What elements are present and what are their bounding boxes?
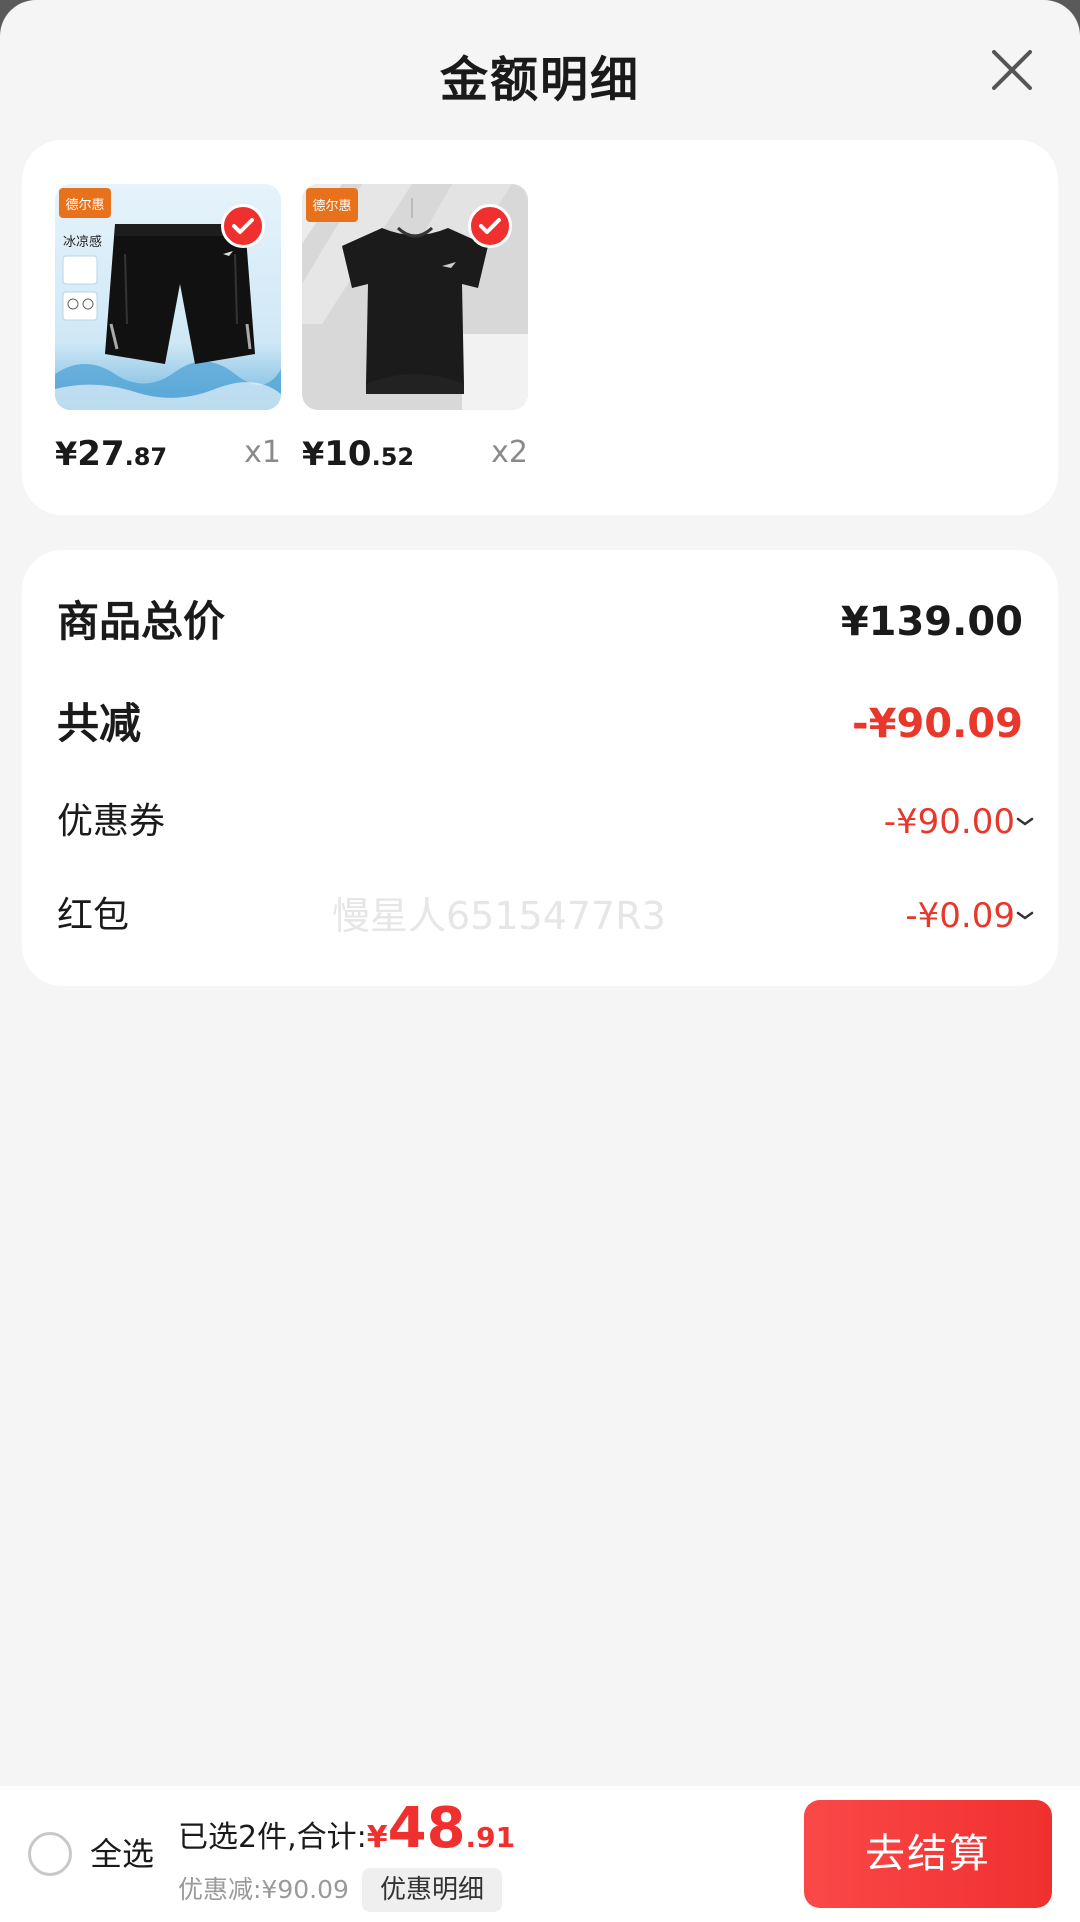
- products-card: 德尔惠 冰凉感 ¥27.87 x1 德尔惠 ¥10.52 x2: [22, 140, 1058, 515]
- checkout-bar: 全选 已选2件,合计:¥48.91 优惠减:¥90.09 优惠明细 去结算: [0, 1786, 1080, 1922]
- close-button[interactable]: [986, 44, 1038, 96]
- selected-count-text: 已选2件,合计:: [178, 1820, 367, 1855]
- redpacket-row[interactable]: 红包 -¥0.09: [57, 886, 1034, 946]
- total-price-row: 商品总价 ¥139.00: [57, 592, 1023, 652]
- redpacket-value[interactable]: -¥0.09: [905, 886, 1034, 946]
- brand-logo-text: 德尔惠: [312, 199, 351, 214]
- select-all-radio[interactable]: [28, 1832, 72, 1876]
- total-reduce-row: 共减 -¥90.09: [57, 694, 1023, 754]
- redpacket-label: 红包: [57, 895, 130, 936]
- product-item[interactable]: 德尔惠 ¥10.52 x2: [302, 184, 528, 478]
- total-price-value: ¥139.00: [840, 599, 1023, 645]
- product-price: ¥27.87: [55, 434, 168, 474]
- checked-icon[interactable]: [468, 204, 512, 248]
- total-currency: ¥: [366, 1820, 388, 1855]
- coupon-value[interactable]: -¥90.00: [884, 792, 1034, 852]
- product-price-row: ¥27.87 x1: [55, 428, 281, 478]
- product-image-tshirt: 德尔惠: [302, 184, 528, 410]
- product-price: ¥10.52: [302, 434, 415, 474]
- image-badge-text: 冰凉感: [63, 234, 102, 250]
- amount-detail-sheet: 金额明细 德尔惠 冰凉感 ¥27.87 x1 德尔惠 ¥10.52 x2 商品总…: [0, 0, 1080, 1922]
- total-reduce-value: -¥90.09: [852, 701, 1023, 747]
- total-price-label: 商品总价: [57, 597, 226, 646]
- chevron-down-icon[interactable]: [1013, 810, 1037, 834]
- discount-text: 优惠减:¥90.09: [178, 1875, 349, 1904]
- close-icon: [992, 50, 1032, 90]
- product-image-shorts: 德尔惠 冰凉感: [55, 184, 281, 410]
- total-integer: 48: [387, 1796, 466, 1861]
- brand-logo-text: 德尔惠: [65, 198, 104, 213]
- checkout-button[interactable]: 去结算: [804, 1800, 1052, 1908]
- checked-icon[interactable]: [221, 204, 265, 248]
- discount-detail-button[interactable]: 优惠明细: [362, 1868, 503, 1912]
- chevron-down-icon[interactable]: [1013, 904, 1037, 928]
- product-quantity: x1: [244, 435, 281, 470]
- coupon-row[interactable]: 优惠券 -¥90.00: [57, 792, 1034, 852]
- total-decimal: .91: [465, 1821, 516, 1854]
- price-summary-card: 商品总价 ¥139.00 共减 -¥90.09 优惠券 -¥90.00 慢星人6…: [22, 550, 1058, 986]
- sheet-header: 金额明细: [0, 0, 1080, 140]
- product-quantity: x2: [491, 435, 528, 470]
- select-all-label[interactable]: 全选: [90, 1830, 154, 1878]
- coupon-label: 优惠券: [57, 801, 166, 842]
- page-title: 金额明细: [439, 52, 640, 108]
- total-reduce-label: 共减: [57, 699, 142, 748]
- order-total: 已选2件,合计:¥48.91: [178, 1796, 515, 1868]
- product-price-row: ¥10.52 x2: [302, 428, 528, 478]
- product-item[interactable]: 德尔惠 冰凉感 ¥27.87 x1: [55, 184, 281, 478]
